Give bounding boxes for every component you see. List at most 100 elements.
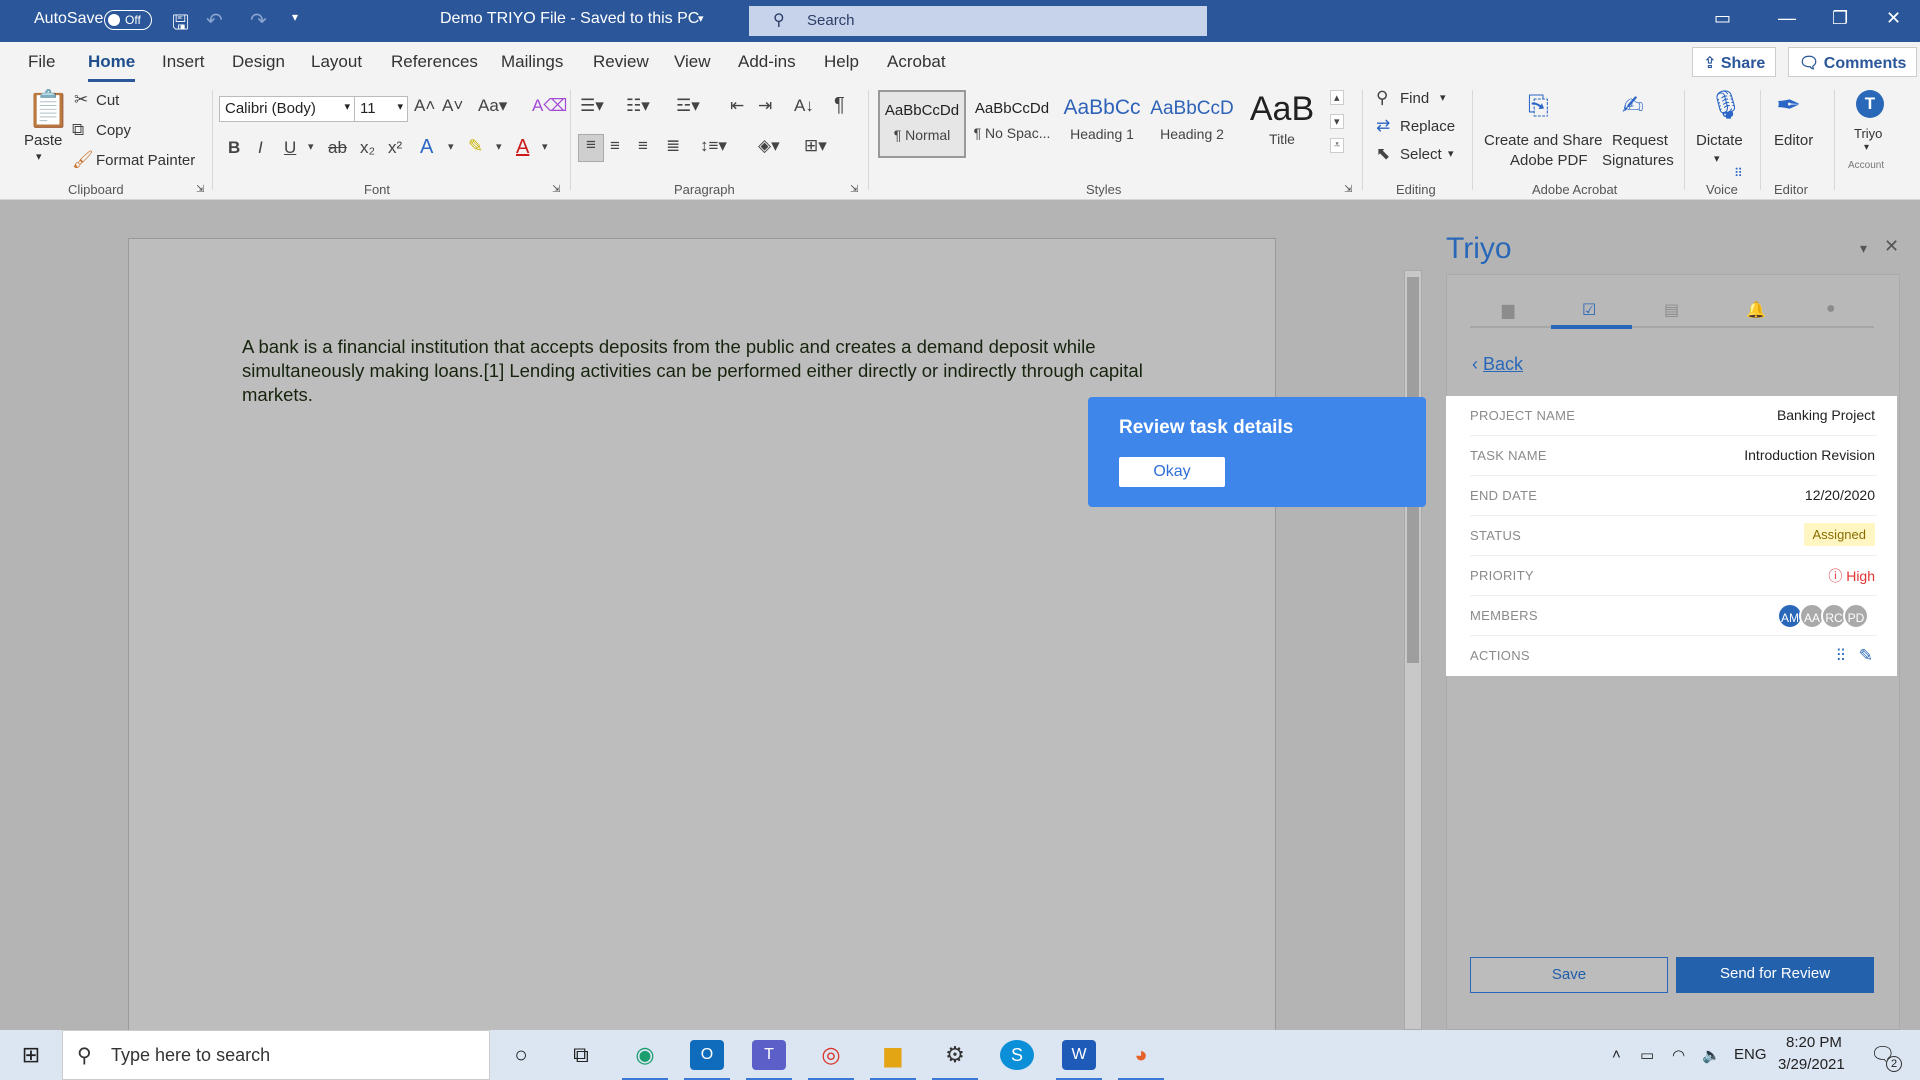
panel-options-icon[interactable]: ▾ xyxy=(1860,240,1867,257)
underline-icon[interactable]: U xyxy=(284,138,296,158)
italic-icon[interactable]: I xyxy=(258,138,263,158)
redo-icon[interactable]: ↷ xyxy=(250,8,267,33)
clock-date[interactable]: 3/29/2021 xyxy=(1778,1056,1845,1073)
word-icon[interactable]: W xyxy=(1056,1040,1102,1080)
style-heading-1[interactable]: AaBbCc Heading 1 xyxy=(1058,90,1146,158)
paste-icon[interactable]: 📋 xyxy=(26,88,71,130)
bold-icon[interactable]: B xyxy=(228,138,240,158)
wifi-icon[interactable]: ◠ xyxy=(1672,1046,1685,1064)
tab-references[interactable]: References xyxy=(391,52,478,72)
shrink-font-icon[interactable]: A˅ xyxy=(442,96,463,116)
avatar[interactable]: PD xyxy=(1843,603,1869,629)
clock-time[interactable]: 8:20 PM xyxy=(1786,1034,1842,1051)
decrease-indent-icon[interactable]: ⇤ xyxy=(730,96,744,116)
task-clipboard-icon[interactable]: ☑ xyxy=(1582,300,1596,320)
tab-acrobat[interactable]: Acrobat xyxy=(887,52,946,72)
style-no-spacing[interactable]: AaBbCcDd ¶ No Spac... xyxy=(968,90,1056,158)
editor-icon[interactable]: ✒ xyxy=(1776,88,1801,123)
tab-view[interactable]: View xyxy=(674,52,711,72)
justify-icon[interactable]: ≣ xyxy=(666,136,680,156)
select-chevron-icon[interactable]: ▾ xyxy=(1448,147,1454,160)
skype-icon[interactable]: S xyxy=(1000,1040,1034,1070)
find-chevron-icon[interactable]: ▾ xyxy=(1440,91,1446,104)
sort-icon[interactable]: A↓ xyxy=(794,96,814,116)
bullets-icon[interactable]: ☰▾ xyxy=(580,96,604,116)
styles-scroll-down-icon[interactable]: ▾ xyxy=(1330,114,1344,129)
paste-button[interactable]: Paste xyxy=(24,132,62,149)
highlight-chevron-icon[interactable]: ▾ xyxy=(496,140,502,153)
tab-file[interactable]: File xyxy=(28,52,55,72)
triyo-button[interactable]: Triyo xyxy=(1854,126,1882,141)
replace-button[interactable]: Replace xyxy=(1400,118,1455,135)
settings-gear-icon[interactable]: ⚙ xyxy=(932,1040,978,1080)
edit-pencil-icon[interactable]: ✎ xyxy=(1859,646,1873,666)
bell-icon[interactable]: 🔔 xyxy=(1746,300,1766,320)
font-launcher-icon[interactable]: ⇲ xyxy=(552,184,560,195)
tab-insert[interactable]: Insert xyxy=(162,52,205,72)
user-icon[interactable]: ● xyxy=(1826,300,1836,318)
teams-icon[interactable]: T xyxy=(746,1040,792,1080)
tab-home[interactable]: Home xyxy=(88,52,136,82)
multilevel-list-icon[interactable]: ☲▾ xyxy=(676,96,700,116)
show-hidden-icons-icon[interactable]: ˄ xyxy=(1612,1046,1621,1063)
paste-chevron-icon[interactable]: ▾ xyxy=(36,150,42,163)
shading-icon[interactable]: ◈▾ xyxy=(758,136,780,156)
firefox-icon[interactable]: ◕ xyxy=(1118,1040,1164,1080)
chrome-icon[interactable]: ◎ xyxy=(808,1040,854,1080)
close-icon[interactable]: ✕ xyxy=(1886,8,1901,29)
share-button[interactable]: ⇪ Share xyxy=(1692,47,1777,77)
clear-formatting-icon[interactable]: A⌫ xyxy=(532,96,567,116)
cut-icon[interactable]: ✂ xyxy=(74,90,88,110)
pdf-icon[interactable]: ⎘ xyxy=(1528,90,1549,122)
dictate-button[interactable]: Dictate xyxy=(1696,132,1743,149)
dictate-chevron-icon[interactable]: ▾ xyxy=(1714,152,1720,165)
windows-start-icon[interactable]: ⊞ xyxy=(14,1040,48,1070)
minimize-icon[interactable]: — xyxy=(1778,8,1796,29)
title-chevron-icon[interactable]: ▾ xyxy=(698,12,704,25)
styles-more-icon[interactable]: ⩡ xyxy=(1330,138,1345,153)
sliders-icon[interactable]: ⫶⫶ xyxy=(1837,646,1846,666)
text-effects-icon[interactable]: A xyxy=(420,136,433,159)
document-text[interactable]: A bank is a financial institution that a… xyxy=(242,335,1182,407)
tab-mailings[interactable]: Mailings xyxy=(501,52,563,72)
okay-button[interactable]: Okay xyxy=(1119,457,1225,487)
comments-button[interactable]: 🗨 Comments xyxy=(1788,47,1918,77)
font-color-icon[interactable]: A xyxy=(516,136,529,159)
borders-icon[interactable]: ⊞▾ xyxy=(804,136,827,156)
task-view-icon[interactable]: ⧉ xyxy=(564,1040,598,1070)
save-button[interactable]: Save xyxy=(1470,957,1668,993)
style-title[interactable]: AaB Title xyxy=(1238,90,1326,158)
microphone-icon[interactable]: 🎙 xyxy=(1708,88,1744,121)
styles-scroll-up-icon[interactable]: ▴ xyxy=(1330,90,1344,105)
align-left-icon[interactable]: ≡ xyxy=(578,134,604,162)
panel-close-icon[interactable]: ✕ xyxy=(1884,236,1899,257)
show-formatting-icon[interactable]: ¶ xyxy=(834,94,845,117)
create-share-pdf-label-1[interactable]: Create and Share xyxy=(1484,132,1602,149)
grow-font-icon[interactable]: A˄ xyxy=(414,96,435,116)
signature-icon[interactable]: ✍ xyxy=(1622,90,1644,121)
send-for-review-button[interactable]: Send for Review xyxy=(1676,957,1874,993)
font-color-chevron-icon[interactable]: ▾ xyxy=(542,140,548,153)
select-icon[interactable]: ⬉ xyxy=(1376,144,1390,164)
taskbar-search[interactable]: ⚲ Type here to search xyxy=(62,1030,490,1080)
clipboard-launcher-icon[interactable]: ⇲ xyxy=(196,184,204,195)
strikethrough-icon[interactable]: ab xyxy=(328,138,347,158)
triyo-logo-icon[interactable]: T xyxy=(1856,90,1884,118)
language-indicator[interactable]: ENG xyxy=(1734,1046,1767,1063)
tab-layout[interactable]: Layout xyxy=(311,52,362,72)
folder-icon[interactable]: ▆ xyxy=(1502,300,1514,320)
style-heading-2[interactable]: AaBbCcD Heading 2 xyxy=(1148,90,1236,158)
tab-review[interactable]: Review xyxy=(593,52,649,72)
edge-icon[interactable]: ◉ xyxy=(622,1040,668,1080)
select-button[interactable]: Select xyxy=(1400,146,1442,163)
align-right-icon[interactable]: ≡ xyxy=(638,136,648,156)
change-case-icon[interactable]: Aa▾ xyxy=(478,96,507,116)
find-button[interactable]: Find xyxy=(1400,90,1429,107)
copy-icon[interactable]: ⧉ xyxy=(72,120,84,140)
tab-design[interactable]: Design xyxy=(232,52,285,72)
tab-add-ins[interactable]: Add-ins xyxy=(738,52,796,72)
increase-indent-icon[interactable]: ⇥ xyxy=(758,96,772,116)
save-icon[interactable]: 🖫 xyxy=(172,8,189,42)
styles-launcher-icon[interactable]: ⇲ xyxy=(1344,184,1352,195)
battery-icon[interactable]: ▭ xyxy=(1640,1046,1654,1064)
